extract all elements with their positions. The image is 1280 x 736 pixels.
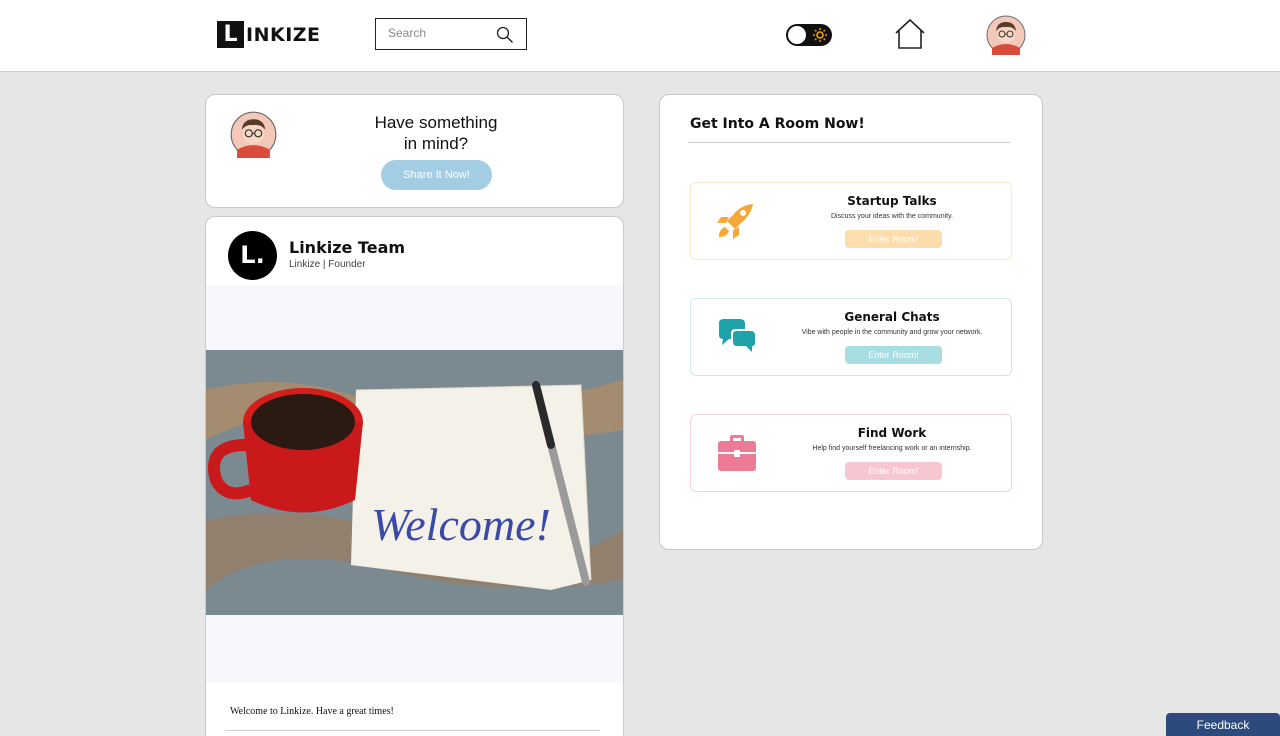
linkize-logo[interactable]: L INKIZE: [217, 21, 321, 48]
room-card-startup-talks: Startup Talks Discuss your ideas with th…: [690, 182, 1012, 260]
sun-icon: [813, 28, 827, 42]
rooms-card: Get Into A Room Now! Startup Talks Discu…: [659, 94, 1043, 550]
post-media: Welcome!: [206, 285, 623, 683]
toggle-knob: [788, 26, 806, 44]
chat-bubbles-icon: [719, 319, 757, 354]
room-name: Find Work: [857, 426, 927, 440]
room-description: Discuss your ideas with the community.: [830, 213, 954, 220]
compose-prompt-line1: Have something: [374, 113, 498, 132]
post-caption: Welcome to Linkize. Have a great times!: [230, 706, 394, 717]
enter-room-button[interactable]: Enter Room!: [845, 462, 942, 480]
share-it-now-button[interactable]: Share It Now!: [381, 160, 492, 190]
post-author-avatar[interactable]: L.: [228, 231, 277, 280]
logo-text: INKIZE: [246, 23, 321, 46]
room-description: Vibe with people in the community and gr…: [801, 329, 983, 336]
search-box: [375, 18, 527, 50]
rooms-divider: [688, 142, 1010, 143]
top-navbar: L INKIZE: [0, 0, 1280, 72]
room-card-find-work: Find Work Help find yourself freelancing…: [690, 414, 1012, 492]
post-author-name[interactable]: Linkize Team: [289, 238, 405, 257]
user-avatar[interactable]: [986, 15, 1026, 55]
briefcase-icon: [718, 435, 756, 471]
feedback-button[interactable]: Feedback: [1166, 713, 1280, 736]
rocket-icon: [717, 204, 753, 239]
theme-toggle[interactable]: [786, 24, 832, 46]
room-name: General Chats: [844, 310, 940, 324]
compose-prompt-line2: in mind?: [403, 134, 469, 153]
search-icon[interactable]: [496, 26, 514, 44]
post-divider: [225, 730, 600, 731]
compose-prompt: Have something in mind?: [346, 112, 526, 154]
rooms-title: Get Into A Room Now!: [690, 116, 865, 132]
home-icon[interactable]: [893, 17, 927, 51]
post-image-text: Welcome!: [371, 499, 551, 550]
post-card: L. Linkize Team Linkize | Founder Welcom…: [205, 216, 624, 736]
post-author-subtitle: Linkize | Founder: [289, 259, 366, 270]
logo-letter: L: [217, 21, 244, 48]
room-name: Startup Talks: [847, 194, 937, 208]
room-description: Help find yourself freelancing work or a…: [812, 445, 972, 452]
room-card-general-chats: General Chats Vibe with people in the co…: [690, 298, 1012, 376]
user-avatar[interactable]: [230, 111, 277, 158]
compose-card: Have something in mind? Share It Now!: [205, 94, 624, 208]
post-image: Welcome!: [206, 350, 623, 615]
search-input[interactable]: [388, 26, 488, 40]
enter-room-button[interactable]: Enter Room!: [845, 346, 942, 364]
enter-room-button[interactable]: Enter Room!: [845, 230, 942, 248]
